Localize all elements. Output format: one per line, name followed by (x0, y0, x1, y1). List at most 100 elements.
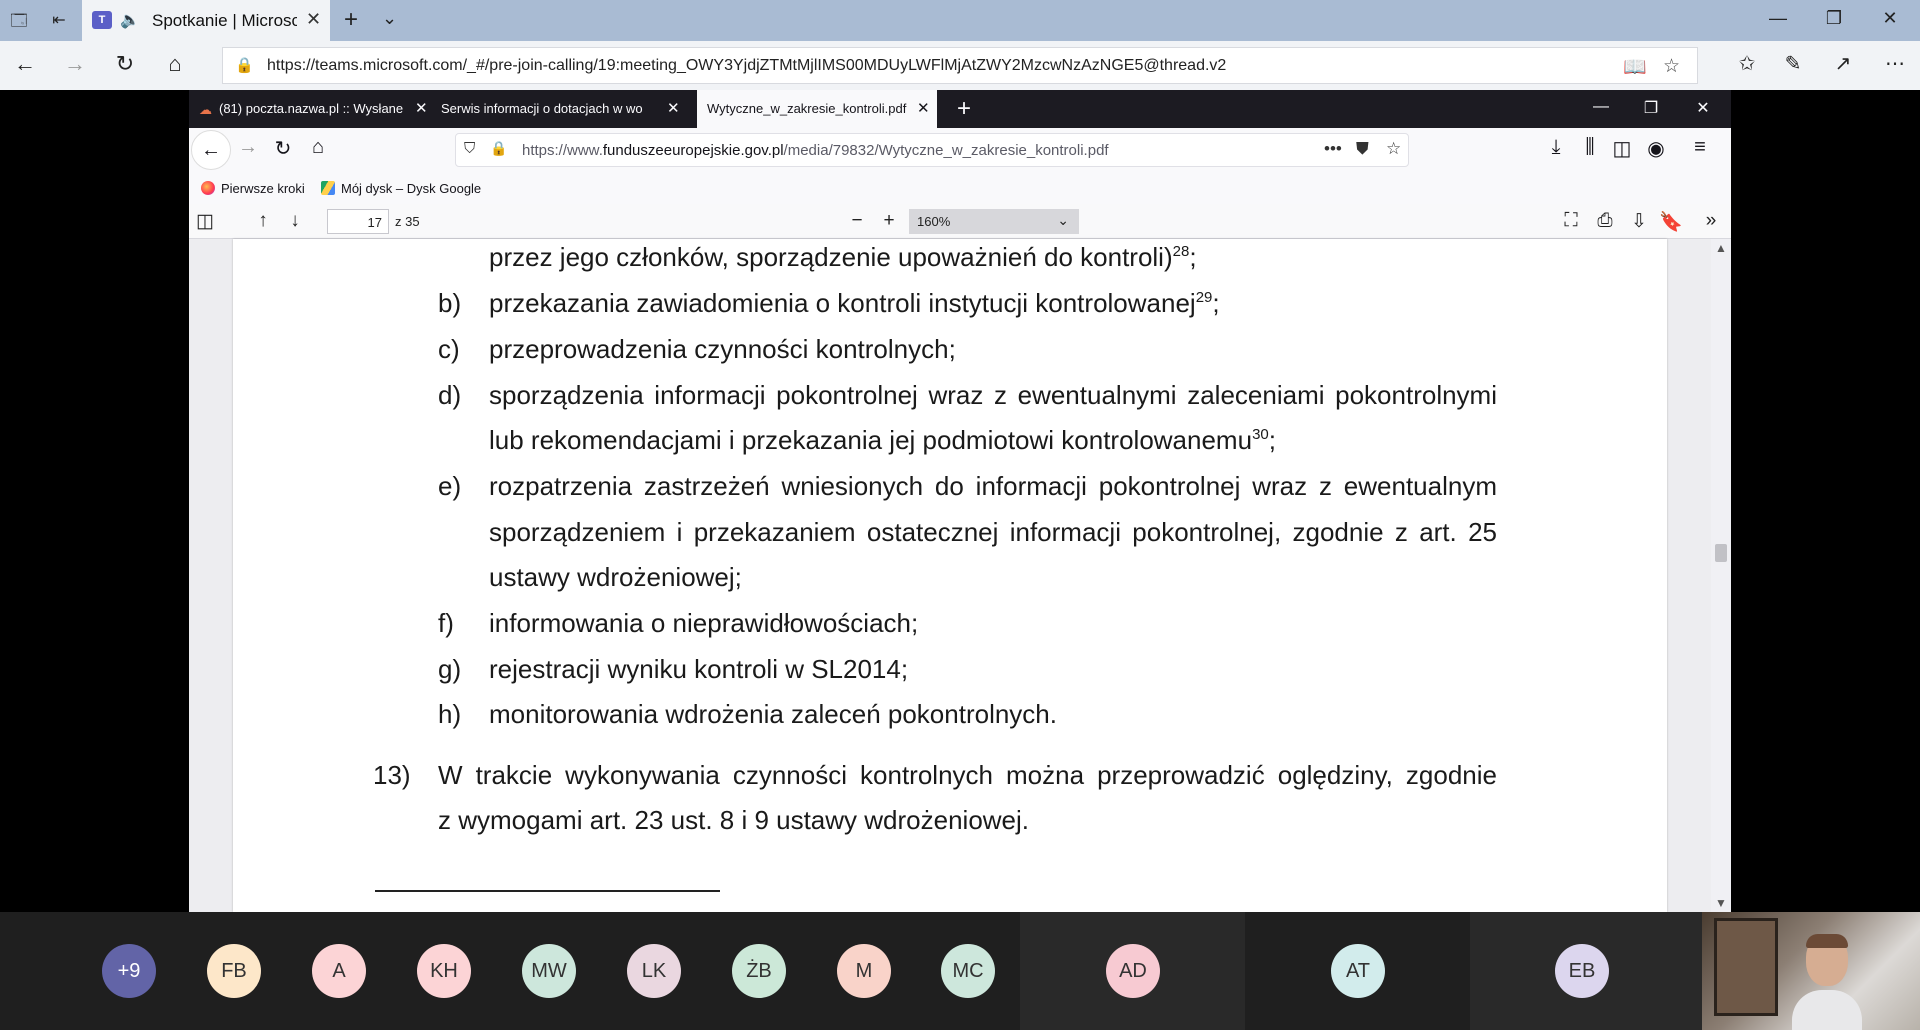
forward-button[interactable]: → (60, 51, 90, 77)
participant-avatar[interactable]: MW (522, 944, 576, 998)
home-button[interactable]: ⌂ (160, 51, 190, 77)
firefox-tab-bar: ☁ (81) poczta.nazwa.pl :: Wysłane ✕ Serwi… (189, 90, 1731, 128)
participant-video[interactable] (1702, 912, 1920, 1030)
tab-actions-icon[interactable]: 🗔 (8, 10, 30, 30)
firefox-reload-button[interactable]: ↻ (268, 136, 298, 161)
zoom-in-icon[interactable]: + (875, 210, 903, 232)
close-window-button[interactable]: ✕ (1870, 8, 1910, 29)
participant-avatar[interactable]: MC (941, 944, 995, 998)
pdf-line-b: przekazania zawiadomienia o kontroli ins… (489, 288, 1220, 319)
print-icon[interactable]: ⎙ (1591, 210, 1619, 232)
web-note-icon[interactable]: ✎ (1778, 51, 1808, 76)
close-tab-icon[interactable]: ✕ (667, 90, 680, 128)
participant-avatar[interactable]: M (837, 944, 891, 998)
footnote-ref[interactable]: 28 (1173, 243, 1190, 260)
presentation-mode-icon[interactable]: ⛶ (1557, 210, 1585, 232)
participant-avatar[interactable]: LK (627, 944, 681, 998)
participant-avatar[interactable]: FB (207, 944, 261, 998)
pdf-text: ; (1189, 242, 1197, 272)
pdf-line-c: przeprowadzenia czynności kontrolnych; (489, 334, 956, 364)
reading-view-icon[interactable]: 📖 (1623, 55, 1647, 79)
participant-avatar[interactable]: A (312, 944, 366, 998)
new-tab-button[interactable]: + (344, 6, 358, 34)
firefox-tab-mail[interactable]: ☁ (81) poczta.nazwa.pl :: Wysłane ✕ (189, 90, 435, 128)
bookmark-star-icon[interactable]: ☆ (1386, 139, 1401, 159)
person-hair (1806, 934, 1848, 948)
downloads-icon[interactable]: ⤓ (1541, 136, 1571, 159)
firefox-forward-button[interactable]: → (233, 136, 263, 159)
page-number-input[interactable]: 17 (327, 209, 389, 234)
firefox-home-button[interactable]: ⌂ (303, 136, 333, 159)
firefox-new-tab-button[interactable]: + (957, 95, 971, 123)
edge-address-bar: ← → ↻ ⌂ 🔒 https://teams.microsoft.com/_#… (0, 41, 1920, 90)
minimize-button[interactable]: — (1758, 8, 1798, 29)
hamburger-menu-icon[interactable]: ≡ (1685, 136, 1715, 159)
edge-tab-teams[interactable]: T 🔈 Spotkanie | Microsc ✕ (82, 0, 330, 41)
restore-button[interactable]: ❐ (1814, 8, 1854, 29)
pdf-toolbar: ◫ ↑ ↓ 17 z 35 − + 160% ⌄ ⛶ ⎙ ⇩ 🔖 » (189, 204, 1731, 239)
pdf-text: przekazania zawiadomienia o kontroli ins… (489, 288, 1196, 318)
firefox-url-field[interactable]: ⛉ 🔒 https://www.funduszeeuropejskie.gov.… (455, 133, 1409, 167)
bookmark-label: Pierwsze kroki (221, 181, 305, 196)
toggle-sidebar-icon[interactable]: ◫ (191, 210, 219, 233)
bookmark-google-drive[interactable]: Mój dysk – Dysk Google (321, 181, 481, 196)
participant-avatar[interactable]: EB (1555, 944, 1609, 998)
close-tab-icon[interactable]: ✕ (415, 90, 428, 128)
firefox-minimize-button[interactable]: — (1581, 98, 1621, 116)
sidebar-icon[interactable]: ◫ (1607, 136, 1637, 161)
firefox-tab-dotacje[interactable]: Serwis informacji o dotacjach w wo ✕ (435, 90, 687, 128)
firefox-tab-pdf[interactable]: Wytyczne_w_zakresie_kontroli.pdf ✕ (697, 90, 937, 128)
close-tab-icon[interactable]: ✕ (306, 9, 321, 30)
more-menu-icon[interactable]: ⋯ (1880, 51, 1910, 76)
participant-person (1792, 934, 1862, 1030)
speaker-icon[interactable]: 🔈 (120, 10, 140, 30)
firefox-restore-button[interactable]: ❐ (1631, 98, 1671, 118)
list-label-e: e) (438, 471, 462, 501)
pdf-viewer[interactable]: przez jego członków, sporządzenie upoważ… (189, 239, 1731, 912)
scroll-down-icon[interactable]: ▼ (1715, 896, 1727, 910)
zoom-select[interactable]: 160% ⌄ (909, 209, 1079, 234)
page-actions-icon[interactable]: ••• (1324, 139, 1342, 159)
page-count: z 35 (395, 214, 420, 229)
pdf-line-h: monitorowania wdrożenia zaleceń pokontro… (489, 699, 1057, 729)
participant-avatar[interactable]: ŻB (732, 944, 786, 998)
tab-list-chevron-icon[interactable]: ⌄ (382, 8, 397, 29)
set-aside-tabs-icon[interactable]: ⇤ (48, 10, 70, 30)
pocket-icon[interactable]: ⛊ (1356, 139, 1369, 159)
back-button[interactable]: ← (10, 51, 40, 77)
bookmark-pierwsze-kroki[interactable]: Pierwsze kroki (201, 181, 305, 196)
list-label-b: b) (438, 288, 462, 318)
tools-chevron-icon[interactable]: » (1697, 210, 1725, 232)
participant-avatar[interactable]: AD (1106, 944, 1160, 998)
firefox-close-button[interactable]: ✕ (1683, 98, 1723, 118)
refresh-button[interactable]: ↻ (110, 51, 140, 77)
close-tab-icon[interactable]: ✕ (917, 90, 930, 128)
previous-page-icon[interactable]: ↑ (249, 210, 277, 232)
participant-avatar[interactable]: AT (1331, 944, 1385, 998)
account-icon[interactable]: ◉ (1641, 136, 1671, 161)
library-icon[interactable]: ⫼ (1575, 136, 1605, 159)
favorites-list-icon[interactable]: ✩ (1732, 51, 1762, 76)
scroll-up-icon[interactable]: ▲ (1715, 241, 1727, 255)
favorite-star-icon[interactable]: ☆ (1663, 55, 1680, 78)
url-domain: funduszeeuropejskie.gov.pl (602, 142, 784, 159)
footnote-ref[interactable]: 29 (1196, 289, 1213, 306)
participant-avatar[interactable]: KH (417, 944, 471, 998)
next-page-icon[interactable]: ↓ (281, 210, 309, 232)
participant-avatar[interactable]: +9 (102, 944, 156, 998)
zoom-out-icon[interactable]: − (843, 210, 871, 232)
footnote-ref[interactable]: 30 (1252, 426, 1269, 443)
lock-icon: 🔒 (235, 57, 254, 74)
pdf-line-13b: z wymogami art. 23 ust. 8 i 9 ustawy wdr… (438, 805, 1030, 835)
share-icon[interactable]: ↗ (1828, 51, 1858, 76)
scrollbar-thumb[interactable] (1715, 544, 1727, 562)
pdf-scrollbar[interactable]: ▲ ▼ (1711, 239, 1731, 912)
tracking-shield-icon[interactable]: ⛉ (464, 140, 475, 157)
edge-url-field[interactable]: 🔒 https://teams.microsoft.com/_#/pre-joi… (222, 47, 1698, 84)
save-icon[interactable]: ⇩ (1625, 210, 1653, 233)
firefox-back-button[interactable]: ← (191, 130, 231, 170)
bookmark-view-icon[interactable]: 🔖 (1657, 210, 1685, 234)
list-label-13: 13) (373, 760, 411, 790)
bookmarks-toolbar: Pierwsze kroki Mój dysk – Dysk Google (189, 174, 1731, 204)
firefox-tab-label: (81) poczta.nazwa.pl :: Wysłane (219, 101, 404, 116)
